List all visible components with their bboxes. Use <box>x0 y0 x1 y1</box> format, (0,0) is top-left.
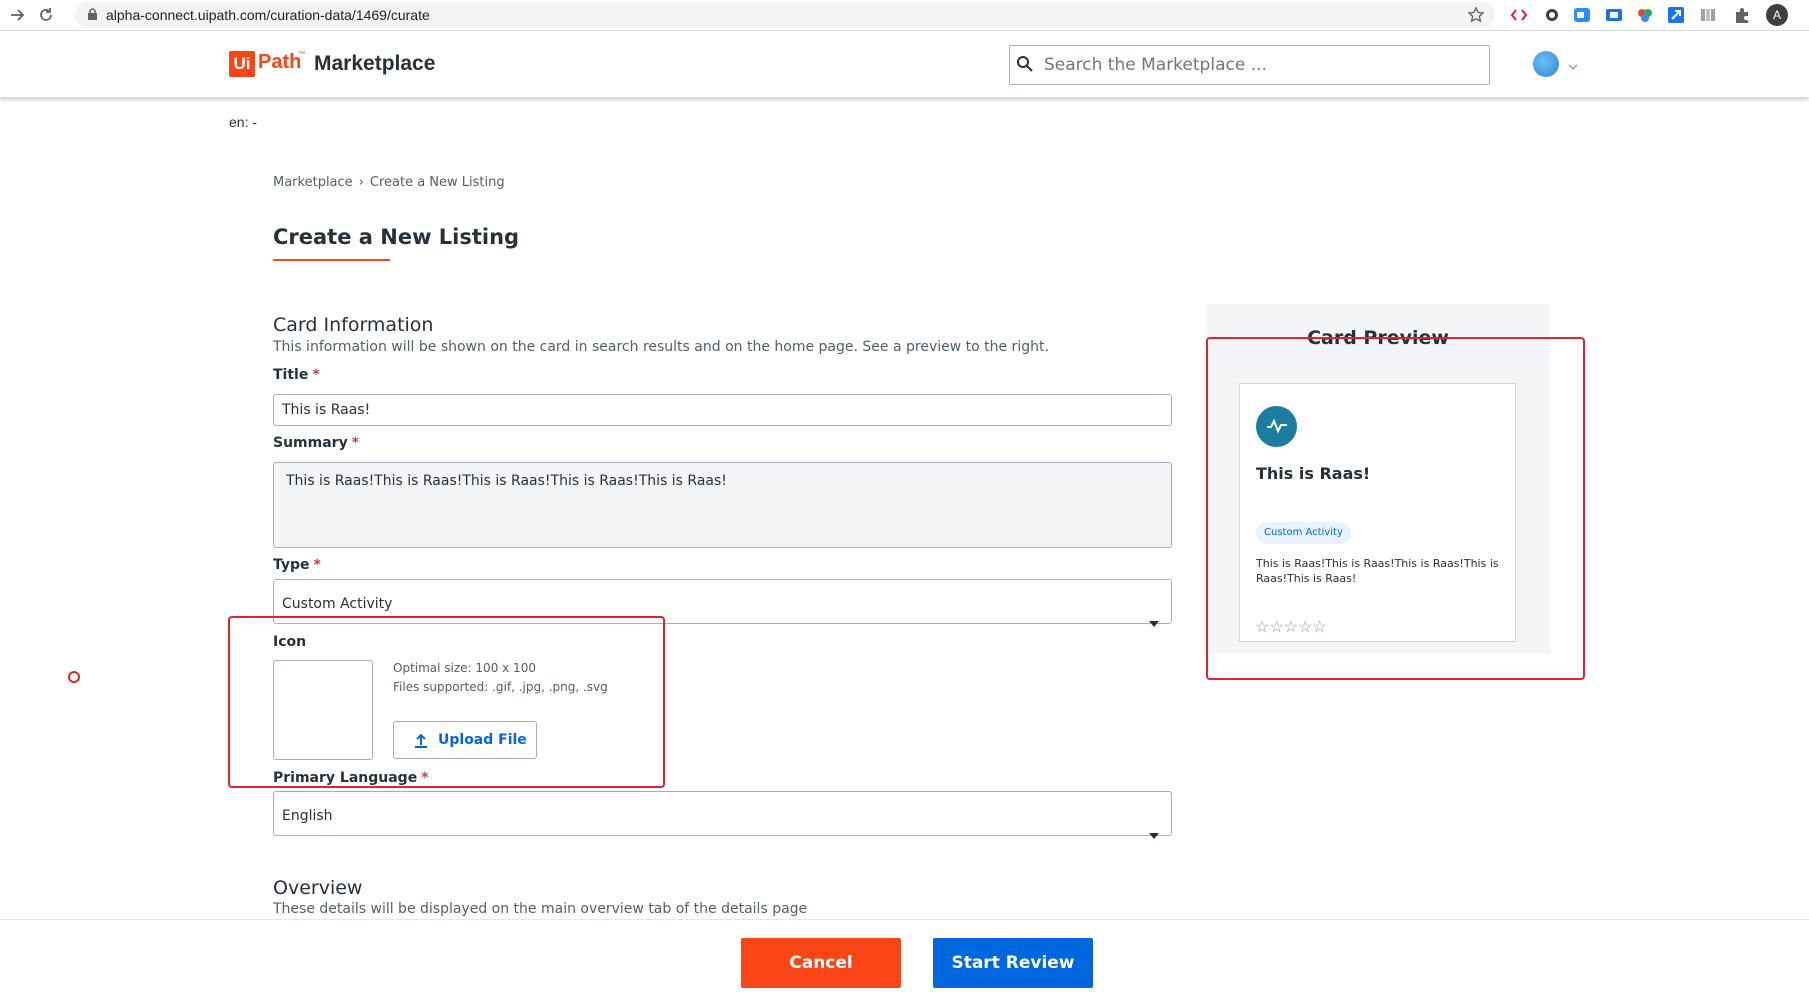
bookmark-star-icon[interactable] <box>1467 6 1485 29</box>
required-marker: * <box>312 367 320 383</box>
arrow-extension-icon[interactable] <box>1667 6 1685 24</box>
uipath-logo-path[interactable]: Path <box>258 51 301 74</box>
required-marker: * <box>313 557 321 573</box>
required-marker: * <box>351 435 360 451</box>
type-label-text: Type <box>273 557 310 573</box>
dropdown-caret-icon <box>1149 811 1159 859</box>
search-input[interactable] <box>1042 48 1486 82</box>
video-extension-icon[interactable] <box>1573 6 1591 24</box>
breadcrumb-marketplace[interactable]: Marketplace <box>273 175 353 190</box>
title-underline <box>273 259 390 261</box>
chevron-down-icon[interactable] <box>1568 58 1578 76</box>
primary-language-select[interactable]: English <box>273 791 1172 839</box>
overview-title: Overview <box>273 877 363 899</box>
start-review-button[interactable]: Start Review <box>933 938 1093 988</box>
cancel-button[interactable]: Cancel <box>741 938 901 988</box>
reload-icon[interactable] <box>36 5 56 25</box>
footer-action-bar: Cancel Start Review <box>0 919 1809 992</box>
browser-toolbar: alpha-connect.uipath.com/curation-data/1… <box>0 0 1809 31</box>
user-avatar[interactable] <box>1533 51 1559 77</box>
address-bar[interactable]: alpha-connect.uipath.com/curation-data/1… <box>75 2 1495 28</box>
summary-textarea[interactable]: This is Raas!This is Raas!This is Raas!T… <box>273 462 1172 548</box>
forward-icon[interactable] <box>8 5 28 25</box>
reader-extension-icon[interactable] <box>1699 6 1717 24</box>
cursor-marker-icon <box>68 671 80 683</box>
title-input-value: This is Raas! <box>282 402 371 418</box>
puzzle-extension-icon[interactable] <box>1733 6 1751 24</box>
circle-extension-icon[interactable] <box>1543 6 1561 24</box>
card-information-description: This information will be shown on the ca… <box>273 339 1049 355</box>
code-extension-icon[interactable] <box>1510 6 1528 24</box>
breadcrumb: Marketplace › Create a New Listing <box>273 175 505 190</box>
summary-textarea-value: This is Raas!This is Raas!This is Raas!T… <box>286 473 727 489</box>
overview-description: These details will be displayed on the m… <box>273 901 808 917</box>
summary-label: Summary * <box>273 435 359 451</box>
type-label: Type * <box>273 557 321 573</box>
primary-language-value: English <box>282 808 333 824</box>
translate-extension-icon[interactable] <box>1605 6 1623 24</box>
uipath-logo-box[interactable]: Ui <box>229 51 255 77</box>
language-indicator: en: - <box>229 114 258 130</box>
search-icon <box>1016 55 1034 78</box>
url-text: alpha-connect.uipath.com/curation-data/1… <box>106 7 430 23</box>
breadcrumb-create-listing: Create a New Listing <box>369 175 505 190</box>
logo-trademark: ™ <box>298 51 305 58</box>
type-select-value: Custom Activity <box>282 596 393 612</box>
card-information-title: Card Information <box>273 314 434 336</box>
search-box[interactable] <box>1009 45 1490 85</box>
color-picker-icon[interactable] <box>1636 6 1654 24</box>
icon-annotation-box <box>228 616 665 788</box>
page-title: Create a New Listing <box>273 225 520 249</box>
marketplace-logo-text[interactable]: Marketplace <box>314 52 435 76</box>
title-label-text: Title <box>273 367 309 383</box>
preview-annotation-box <box>1206 337 1585 680</box>
site-header: Ui Path ™ Marketplace <box>0 31 1809 97</box>
lock-icon <box>87 8 98 26</box>
dropdown-caret-icon <box>1149 599 1159 647</box>
title-input[interactable]: This is Raas! <box>273 394 1172 426</box>
title-label: Title * <box>273 367 320 383</box>
browser-profile-avatar[interactable]: A <box>1766 4 1788 26</box>
breadcrumb-separator-icon: › <box>358 175 364 190</box>
summary-label-text: Summary <box>273 435 348 451</box>
